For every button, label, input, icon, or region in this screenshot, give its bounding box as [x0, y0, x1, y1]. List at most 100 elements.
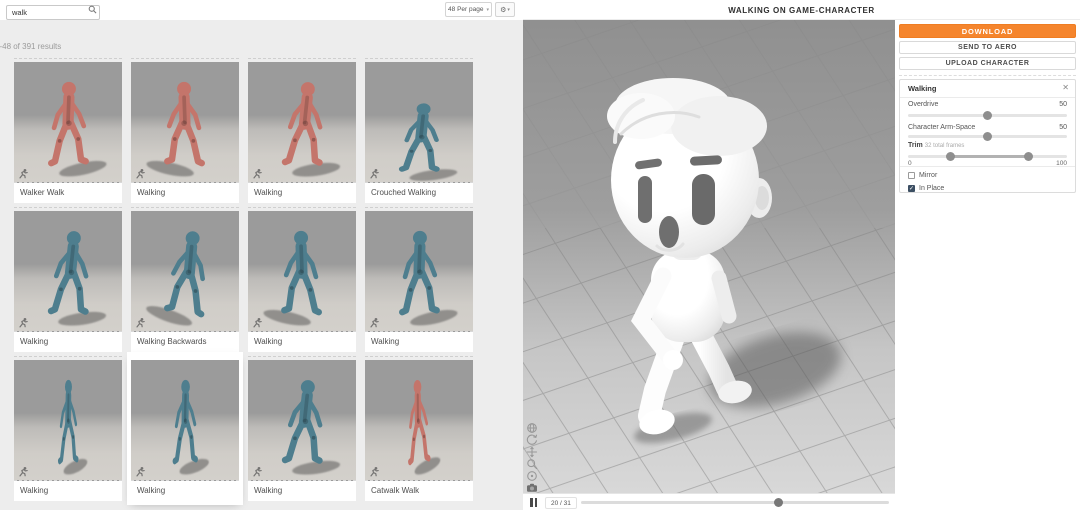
- divider: [900, 97, 1075, 98]
- send-to-aero-button[interactable]: SEND TO AERO: [899, 41, 1076, 54]
- checkbox-box[interactable]: ✓: [908, 185, 915, 192]
- animation-card[interactable]: Walking: [14, 356, 122, 501]
- animation-title: Walking: [248, 332, 356, 352]
- overdrive-value: 50: [1059, 101, 1067, 108]
- run-icon: [136, 169, 145, 179]
- animation-name: Walking: [908, 84, 937, 93]
- close-icon[interactable]: ✕: [1062, 83, 1069, 93]
- trim-range-fill: [950, 155, 1029, 158]
- run-icon: [253, 318, 262, 328]
- frame-counter: 20 / 31: [545, 497, 577, 509]
- pan-icon[interactable]: [525, 446, 538, 457]
- arm-space-label: Character Arm-Space: [908, 124, 976, 131]
- checkbox-box[interactable]: [908, 172, 915, 179]
- animation-thumbnail[interactable]: [14, 62, 122, 183]
- mannequin-figure: [25, 220, 107, 326]
- animation-card[interactable]: Walking: [131, 58, 239, 203]
- animation-card[interactable]: Crouched Walking: [365, 58, 473, 203]
- animation-results-pane: 1-48 of 391 results Walker Walk Walking …: [0, 20, 523, 510]
- animation-card[interactable]: Walking Backwards: [131, 207, 239, 352]
- animation-thumbnail[interactable]: [365, 211, 473, 332]
- divider: [899, 75, 1076, 76]
- download-button[interactable]: DOWNLOAD: [899, 24, 1076, 38]
- game-character: [607, 78, 842, 444]
- animation-thumbnail[interactable]: [248, 211, 356, 332]
- upload-character-button[interactable]: UPLOAD CHARACTER: [899, 57, 1076, 70]
- animation-thumbnail[interactable]: [131, 211, 239, 332]
- animation-card[interactable]: Walking: [14, 207, 122, 352]
- checkbox-label: Mirror: [919, 172, 938, 179]
- run-icon: [136, 318, 145, 328]
- animation-thumbnail[interactable]: [131, 360, 239, 481]
- trim-start-handle[interactable]: [946, 152, 956, 161]
- trim-end-handle[interactable]: [1024, 152, 1034, 161]
- in-place-checkbox[interactable]: ✓ In Place: [908, 185, 944, 192]
- run-icon: [370, 169, 379, 179]
- divider: [900, 166, 1075, 167]
- mannequin-figure: [159, 372, 209, 475]
- animation-settings-panel: Walking ✕ Overdrive 50 Character Arm-Spa…: [899, 79, 1076, 193]
- animation-card[interactable]: Walking: [248, 207, 356, 352]
- playback-bar: 20 / 31: [523, 493, 895, 510]
- animation-card[interactable]: Catwalk Walk: [365, 356, 473, 501]
- animation-thumbnail[interactable]: [248, 360, 356, 481]
- zoom-icon[interactable]: [525, 458, 538, 469]
- trim-label: Trim 32 total frames: [908, 142, 965, 149]
- camera-icon[interactable]: [525, 482, 538, 493]
- 3d-viewport[interactable]: [523, 20, 895, 493]
- animation-title: Walker Walk: [14, 183, 122, 203]
- animation-card[interactable]: Walking: [248, 58, 356, 203]
- animation-title: Catwalk Walk: [365, 481, 473, 501]
- top-toolbar: 48 Per page ▾ ⚙ ▾: [0, 0, 523, 20]
- animation-title: Walking: [14, 332, 122, 352]
- search-input[interactable]: [6, 5, 100, 20]
- mirror-checkbox[interactable]: Mirror: [908, 172, 937, 179]
- per-page-select[interactable]: 48 Per page ▾: [445, 2, 492, 17]
- animation-thumbnail[interactable]: [365, 360, 473, 481]
- animation-thumbnail[interactable]: [14, 360, 122, 481]
- mannequin-figure: [259, 71, 341, 177]
- mannequin-figure: [263, 223, 344, 326]
- mannequin-figure: [377, 223, 458, 326]
- animation-grid: Walker Walk Walking Walking Crouched Wal…: [14, 58, 473, 501]
- overdrive-slider[interactable]: [908, 111, 1067, 120]
- slider-handle[interactable]: [983, 111, 992, 120]
- mannequin-figure: [26, 74, 107, 177]
- animation-card[interactable]: Walker Walk: [14, 58, 122, 203]
- run-icon: [19, 467, 28, 477]
- orbit-icon[interactable]: [525, 434, 538, 445]
- animation-card[interactable]: Walking: [131, 356, 239, 501]
- animation-thumbnail[interactable]: [365, 62, 473, 183]
- arm-space-slider[interactable]: [908, 132, 1067, 141]
- animation-card[interactable]: Walking: [248, 356, 356, 501]
- timeline-handle[interactable]: [773, 498, 783, 507]
- total-frames-hint: 32 total frames: [924, 143, 965, 149]
- slider-handle[interactable]: [983, 132, 992, 141]
- animation-title: Crouched Walking: [365, 183, 473, 203]
- run-icon: [136, 467, 145, 477]
- globe-icon[interactable]: [525, 422, 538, 433]
- mixamo-app: 48 Per page ▾ ⚙ ▾ WALKING ON GAME-CHARAC…: [0, 0, 1080, 510]
- pause-button[interactable]: [530, 498, 540, 507]
- animation-thumbnail[interactable]: [131, 62, 239, 183]
- mannequin-figure: [47, 372, 88, 475]
- timeline-slider[interactable]: [581, 494, 889, 511]
- search-icon[interactable]: [88, 5, 97, 14]
- chevron-down-icon: ▾: [486, 6, 489, 13]
- reset-icon[interactable]: [525, 470, 538, 481]
- settings-menu-button[interactable]: ⚙ ▾: [495, 2, 515, 17]
- viewport-controls: [525, 422, 538, 493]
- gear-icon: ⚙: [500, 6, 507, 14]
- trim-slider[interactable]: [908, 152, 1067, 161]
- mannequin-figure: [146, 74, 227, 177]
- animation-title: Walking: [14, 481, 122, 501]
- animation-thumbnail[interactable]: [14, 211, 122, 332]
- run-icon: [370, 318, 379, 328]
- timeline-track: [581, 501, 889, 504]
- animation-thumbnail[interactable]: [248, 62, 356, 183]
- animation-card[interactable]: Walking: [365, 207, 473, 352]
- mannequin-figure: [146, 219, 237, 326]
- viewport-header: WALKING ON GAME-CHARACTER: [523, 0, 1080, 20]
- run-icon: [370, 467, 379, 477]
- mannequin-figure: [259, 369, 341, 475]
